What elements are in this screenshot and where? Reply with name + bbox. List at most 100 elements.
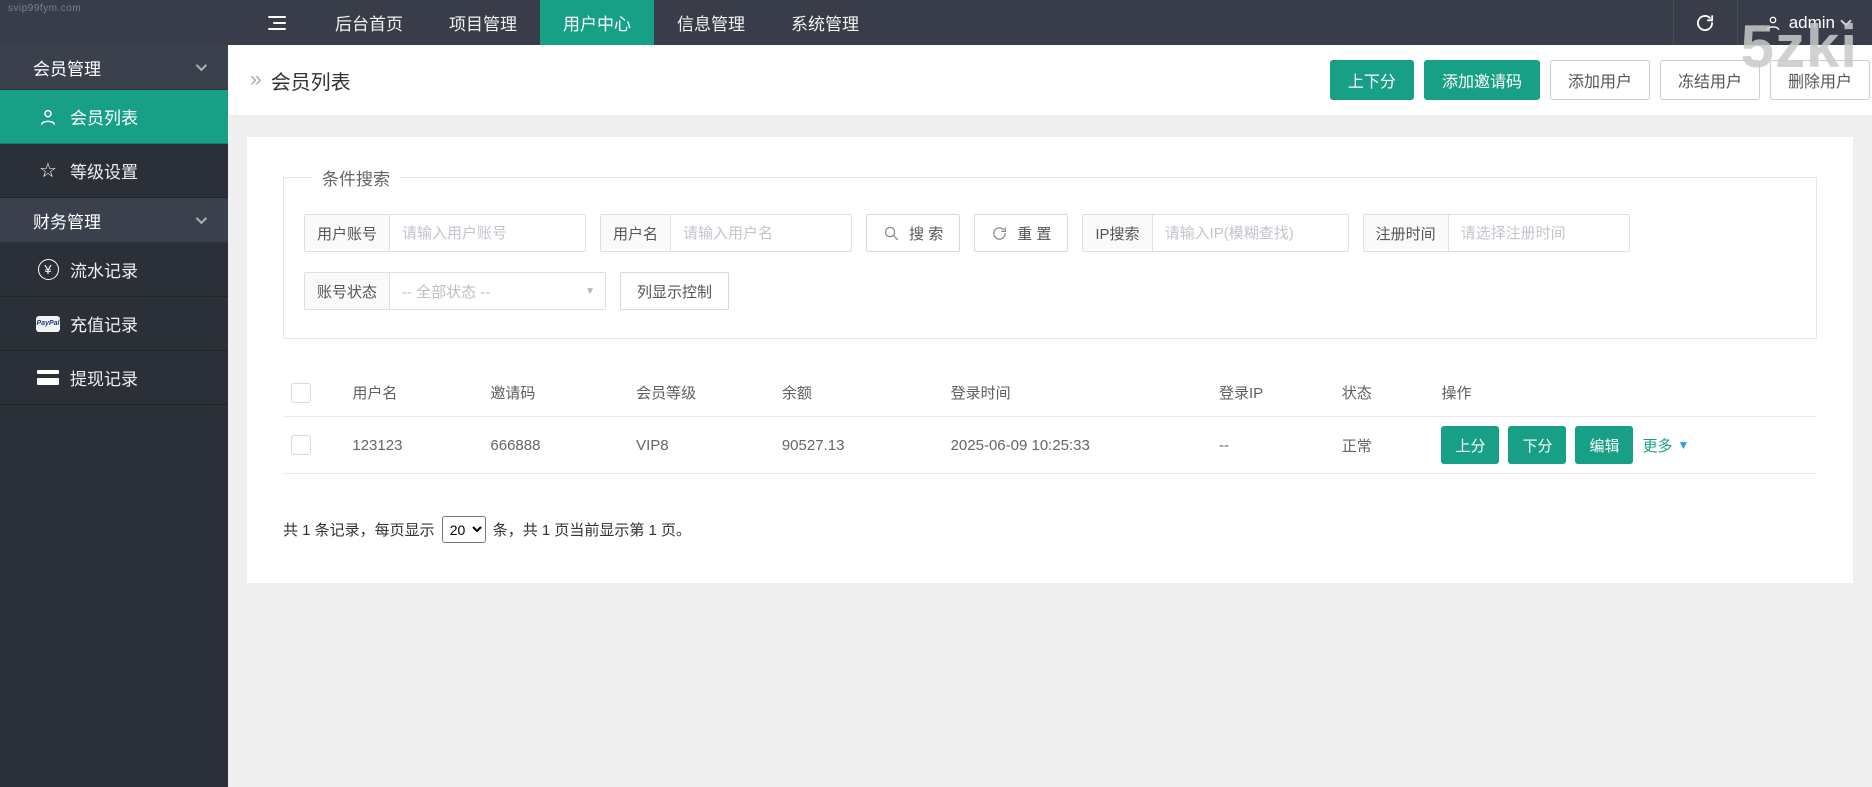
register-time-field-group: 注册时间 <box>1363 214 1630 252</box>
col-actions: 操作 <box>1433 369 1817 417</box>
account-status-label: 账号状态 <box>305 273 390 309</box>
username-input[interactable] <box>671 215 851 251</box>
card-icon <box>36 370 60 385</box>
username-field-group: 用户名 <box>600 214 852 252</box>
sidebar-item-label: 会员列表 <box>70 104 138 129</box>
add-user-button[interactable]: 添加用户 <box>1550 60 1650 100</box>
sidebar: 会员管理 会员列表 ☆ 等级设置 财务管理 <box>0 45 228 787</box>
reset-icon <box>991 225 1008 242</box>
hamburger-icon[interactable] <box>254 0 300 45</box>
freeze-user-button[interactable]: 冻结用户 <box>1660 60 1760 100</box>
sidebar-group-label: 会员管理 <box>33 55 101 80</box>
corner-watermark: svip99fym.com <box>8 3 81 14</box>
sidebar-group-finance-management[interactable]: 财务管理 <box>0 198 228 243</box>
content-body: 条件搜索 用户账号 用户名 <box>228 115 1872 787</box>
ip-search-input[interactable] <box>1153 215 1348 251</box>
account-input[interactable] <box>390 215 585 251</box>
page-size-select[interactable]: 20 <box>442 516 486 543</box>
search-row-1: 用户账号 用户名 <box>304 214 1796 252</box>
col-username: 用户名 <box>344 369 482 417</box>
add-invite-code-button[interactable]: 添加邀请码 <box>1424 60 1540 100</box>
register-time-label: 注册时间 <box>1364 215 1449 251</box>
nav-item-system[interactable]: 系统管理 <box>768 0 882 45</box>
paypal-icon: PayPal <box>36 316 60 332</box>
col-level: 会员等级 <box>628 369 774 417</box>
col-login-time: 登录时间 <box>943 369 1211 417</box>
yen-circle-icon: ¥ <box>36 259 60 280</box>
chevron-down-icon <box>196 213 207 224</box>
score-up-button[interactable]: 上分 <box>1441 426 1499 464</box>
pagination-suffix: 条，共 1 页当前显示第 1 页。 <box>493 519 691 540</box>
sidebar-item-member-list[interactable]: 会员列表 <box>0 90 228 144</box>
top-navigation: 后台首页 项目管理 用户中心 信息管理 系统管理 <box>312 0 882 45</box>
search-legend: 条件搜索 <box>312 165 400 190</box>
col-balance: 余额 <box>774 369 943 417</box>
topbar-right: admin <box>1673 0 1872 45</box>
score-down-button[interactable]: 下分 <box>1508 426 1566 464</box>
col-login-ip: 登录IP <box>1211 369 1334 417</box>
breadcrumb: » 会员列表 <box>250 66 351 95</box>
ip-search-label: IP搜索 <box>1083 215 1152 251</box>
refresh-icon <box>1695 13 1715 33</box>
more-link[interactable]: 更多 ▼ <box>1642 435 1689 456</box>
account-status-value: -- 全部状态 -- <box>402 281 490 302</box>
breadcrumb-arrows-icon: » <box>250 68 262 92</box>
col-status: 状态 <box>1334 369 1434 417</box>
nav-item-info[interactable]: 信息管理 <box>654 0 768 45</box>
user-icon <box>1764 14 1782 32</box>
cell-login-ip: -- <box>1211 417 1334 474</box>
pagination-prefix: 共 1 条记录，每页显示 <box>283 519 435 540</box>
refresh-button[interactable] <box>1673 0 1737 45</box>
reset-button[interactable]: 重 置 <box>974 214 1068 252</box>
search-icon <box>883 225 900 242</box>
sidebar-item-label: 充值记录 <box>70 311 138 336</box>
search-fieldset: 条件搜索 用户账号 用户名 <box>283 165 1817 339</box>
app-root: svip99fym.com 后台首页 项目管理 用户中心 信息管理 系统管理 <box>0 0 1872 787</box>
member-list-panel: 条件搜索 用户账号 用户名 <box>247 137 1853 583</box>
account-status-select[interactable]: -- 全部状态 -- ▼ <box>390 273 605 309</box>
account-field-group: 用户账号 <box>304 214 586 252</box>
account-field-label: 用户账号 <box>305 215 390 251</box>
delete-user-button[interactable]: 删除用户 <box>1770 60 1870 100</box>
search-row-2: 账号状态 -- 全部状态 -- ▼ 列显示控制 <box>304 272 1796 310</box>
cell-invite-code: 666888 <box>482 417 628 474</box>
table-header-row: 用户名 邀请码 会员等级 余额 登录时间 登录IP 状态 操作 <box>283 369 1817 417</box>
account-status-field-group: 账号状态 -- 全部状态 -- ▼ <box>304 272 606 310</box>
pagination: 共 1 条记录，每页显示 20 条，共 1 页当前显示第 1 页。 <box>283 516 1817 543</box>
sidebar-item-label: 流水记录 <box>70 257 138 282</box>
nav-item-projects[interactable]: 项目管理 <box>426 0 540 45</box>
sidebar-item-flow-records[interactable]: ¥ 流水记录 <box>0 243 228 297</box>
page-header: » 会员列表 上下分 添加邀请码 添加用户 冻结用户 删除用户 <box>228 45 1872 115</box>
sidebar-item-recharge-records[interactable]: PayPal 充值记录 <box>0 297 228 351</box>
score-updown-button[interactable]: 上下分 <box>1330 60 1414 100</box>
select-all-checkbox[interactable] <box>291 383 311 403</box>
star-icon: ☆ <box>36 161 60 181</box>
cell-login-time: 2025-06-09 10:25:33 <box>943 417 1211 474</box>
edit-button[interactable]: 编辑 <box>1575 426 1633 464</box>
caret-down-icon: ▼ <box>1678 438 1690 452</box>
chevron-down-icon <box>1840 15 1851 26</box>
search-button[interactable]: 搜 索 <box>866 214 960 252</box>
register-time-input[interactable] <box>1449 215 1629 251</box>
page-title: 会员列表 <box>271 66 351 95</box>
sidebar-item-level-settings[interactable]: ☆ 等级设置 <box>0 144 228 198</box>
user-menu[interactable]: admin <box>1737 0 1872 45</box>
status-badge: 正常 <box>1334 417 1434 474</box>
column-control-button[interactable]: 列显示控制 <box>620 272 729 310</box>
table-row: 123123 666888 VIP8 90527.13 2025-06-09 1… <box>283 417 1817 474</box>
row-checkbox[interactable] <box>291 435 311 455</box>
user-icon <box>36 107 60 127</box>
username-label: admin <box>1789 13 1835 33</box>
col-invite-code: 邀请码 <box>482 369 628 417</box>
sidebar-item-withdraw-records[interactable]: 提现记录 <box>0 351 228 405</box>
ip-search-field-group: IP搜索 <box>1082 214 1348 252</box>
topbar: svip99fym.com 后台首页 项目管理 用户中心 信息管理 系统管理 <box>0 0 1872 45</box>
nav-item-home[interactable]: 后台首页 <box>312 0 426 45</box>
members-table: 用户名 邀请码 会员等级 余额 登录时间 登录IP 状态 操作 <box>283 369 1817 474</box>
chevron-down-icon <box>196 60 207 71</box>
row-actions: 上分 下分 编辑 更多 ▼ <box>1441 426 1809 464</box>
nav-item-user-center[interactable]: 用户中心 <box>540 0 654 45</box>
cell-level: VIP8 <box>628 417 774 474</box>
sidebar-group-member-management[interactable]: 会员管理 <box>0 45 228 90</box>
header-actions: 上下分 添加邀请码 添加用户 冻结用户 删除用户 <box>1330 60 1870 100</box>
